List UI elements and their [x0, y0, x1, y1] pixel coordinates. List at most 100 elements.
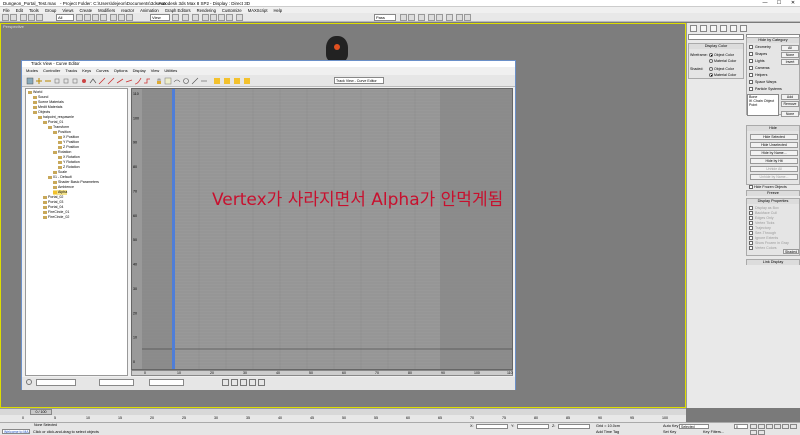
current-time-cursor[interactable]: [172, 89, 175, 370]
lock-icon[interactable]: [155, 77, 163, 85]
menu-item[interactable]: MAXScript: [248, 8, 268, 13]
key-time-field[interactable]: [99, 379, 134, 386]
current-frame-field[interactable]: 0: [734, 424, 748, 429]
spinner-snap-icon[interactable]: [226, 14, 233, 21]
pan-nav-icon[interactable]: [790, 424, 797, 429]
display-color-swatch-field[interactable]: [688, 34, 744, 40]
shaded-button[interactable]: Shaded: [783, 249, 799, 254]
category-checkbox[interactable]: [749, 59, 753, 63]
reference-coordinate-dropdown[interactable]: View: [150, 14, 170, 21]
remove-button[interactable]: Remove: [781, 101, 799, 107]
move-keys-horizontal-icon[interactable]: [44, 77, 52, 85]
zoom-region-icon[interactable]: [258, 379, 265, 386]
menu-item[interactable]: Customize: [222, 8, 242, 13]
time-slider[interactable]: 0 / 100: [0, 408, 686, 415]
layer-manager-icon[interactable]: [418, 14, 425, 21]
track-view-title[interactable]: Track View - Curve Editor: [22, 61, 515, 67]
display-property-checkbox[interactable]: [749, 216, 753, 220]
wireframe-object-color-radio[interactable]: [709, 53, 713, 57]
show-all-tangents-icon[interactable]: [191, 77, 199, 85]
rollout-title[interactable]: Link Display: [747, 260, 799, 265]
menu-item[interactable]: Modifiers: [98, 8, 115, 13]
utilities-tab-icon[interactable]: [740, 25, 747, 32]
track-view-window[interactable]: Track View - Curve Editor Modes Controlle…: [21, 60, 516, 390]
display-property-checkbox[interactable]: [749, 221, 753, 225]
selected-object-field[interactable]: [36, 379, 76, 386]
unlink-icon[interactable]: [28, 14, 35, 21]
display-property-checkbox[interactable]: [749, 226, 753, 230]
track-view-menu-item[interactable]: Curves: [96, 68, 109, 74]
percent-snap-icon[interactable]: [218, 14, 225, 21]
redo-icon[interactable]: [10, 14, 17, 21]
hide-button[interactable]: Hide Selected: [750, 134, 798, 140]
add-time-tag[interactable]: Add Time Tag: [596, 430, 619, 434]
hide-button[interactable]: Hide by Name...: [750, 150, 798, 156]
display-property-checkbox[interactable]: [749, 246, 753, 250]
zoom-icon[interactable]: [249, 379, 256, 386]
menu-item[interactable]: Edit: [16, 8, 23, 13]
menu-item[interactable]: File: [3, 8, 10, 13]
undo-icon[interactable]: [2, 14, 9, 21]
menu-item[interactable]: Create: [80, 8, 93, 13]
rectangle-selection-icon[interactable]: [92, 14, 99, 21]
window-crossing-icon[interactable]: [100, 14, 107, 21]
rollout-title[interactable]: Display Color: [689, 44, 743, 49]
keyboard-shortcut-icon[interactable]: [192, 14, 199, 21]
category-checkbox[interactable]: [749, 45, 753, 49]
filters-icon[interactable]: [26, 77, 34, 85]
track-view-menu-item[interactable]: Controller: [43, 68, 60, 74]
reduce-keys-icon[interactable]: [98, 77, 106, 85]
category-checkbox[interactable]: [749, 87, 753, 91]
category-checkbox[interactable]: [749, 73, 753, 77]
named-selection-dropdown[interactable]: Pass: [374, 14, 396, 21]
shaded-material-color-radio[interactable]: [709, 73, 713, 77]
hide-button[interactable]: Unhide All: [750, 166, 798, 172]
hide-button[interactable]: Hide by Hit: [750, 158, 798, 164]
track-bar[interactable]: 0 5 10 15 20 25 30 35 40 45 50 55 60 65 70 75 80 85 90 95 10…: [0, 415, 686, 422]
motion-tab-icon[interactable]: [720, 25, 727, 32]
zoom-extents-nav-icon[interactable]: [766, 424, 773, 429]
snaps-toggle-icon[interactable]: [202, 14, 209, 21]
z-coordinate-field[interactable]: [558, 424, 590, 429]
key-stats-icon-3[interactable]: [233, 77, 241, 85]
list-item[interactable]: Point: [749, 103, 757, 107]
tangent-auto-icon[interactable]: [107, 77, 115, 85]
scale-icon[interactable]: [126, 14, 133, 21]
controller-tree[interactable]: World Sound Scene Materials Medit Materials…: [25, 88, 128, 376]
tangent-step-icon[interactable]: [143, 77, 151, 85]
display-property-checkbox[interactable]: [749, 206, 753, 210]
rotate-icon[interactable]: [118, 14, 125, 21]
mirror-icon[interactable]: [400, 14, 407, 21]
track-view-menu-item[interactable]: Utilities: [164, 68, 177, 74]
track-view-name-field[interactable]: Track View - Curve Editor: [334, 77, 384, 84]
wireframe-material-color-radio[interactable]: [709, 59, 713, 63]
zoom-nav-icon[interactable]: [750, 424, 757, 429]
key-stats-icon-1[interactable]: [213, 77, 221, 85]
create-tab-icon[interactable]: [690, 25, 697, 32]
display-property-checkbox[interactable]: [749, 236, 753, 240]
menu-item[interactable]: Views: [62, 8, 73, 13]
menu-item[interactable]: Rendering: [197, 8, 216, 13]
menu-item[interactable]: Tools: [29, 8, 39, 13]
none-button[interactable]: None: [781, 52, 799, 58]
draw-curves-icon[interactable]: [89, 77, 97, 85]
none-list-button[interactable]: None: [781, 111, 799, 117]
tree-item[interactable]: FireCircle_02: [43, 215, 69, 220]
key-mode-dropdown[interactable]: Selected: [679, 424, 709, 429]
track-view-menu-item[interactable]: View: [151, 68, 160, 74]
render-scene-icon[interactable]: [456, 14, 463, 21]
snap-frames-icon[interactable]: [164, 77, 172, 85]
close-button[interactable]: ✕: [786, 0, 800, 7]
zoom-horizontal-extents-icon[interactable]: [231, 379, 238, 386]
show-tangents-icon[interactable]: [200, 77, 208, 85]
hide-button[interactable]: Hide Unselected: [750, 142, 798, 148]
track-view-menu-item[interactable]: Keys: [82, 68, 91, 74]
menu-item[interactable]: Graph Editors: [165, 8, 191, 13]
track-view-menu-item[interactable]: Display: [133, 68, 146, 74]
key-value-field[interactable]: [149, 379, 184, 386]
move-icon[interactable]: [110, 14, 117, 21]
select-by-name-icon[interactable]: [84, 14, 91, 21]
time-ruler[interactable]: 0 10 20 30 40 50 60 70 80 90 100 110: [131, 370, 513, 376]
select-object-icon[interactable]: [76, 14, 83, 21]
fov-nav-icon[interactable]: [782, 424, 789, 429]
